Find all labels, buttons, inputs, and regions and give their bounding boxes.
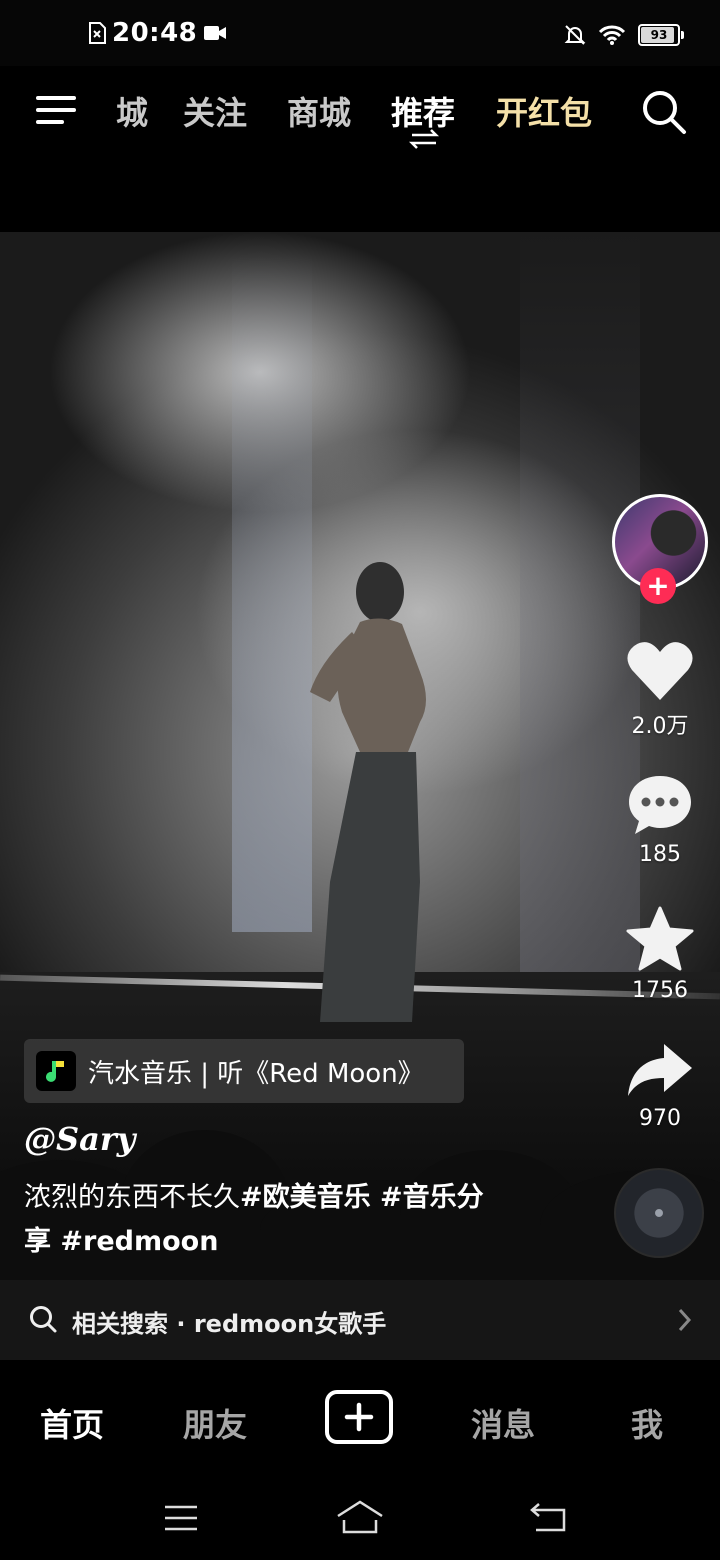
nav-me[interactable]: 我	[631, 1400, 663, 1446]
status-right: 93	[564, 24, 684, 46]
comment-icon	[629, 776, 691, 834]
comment-button[interactable]: 185	[620, 774, 700, 867]
back-icon[interactable]	[530, 1502, 568, 1532]
search-icon[interactable]	[640, 88, 688, 136]
performer-figure	[310, 562, 426, 1022]
follow-plus-icon[interactable]: +	[640, 568, 676, 604]
share-button[interactable]: 970	[620, 1040, 700, 1131]
swap-arrows-icon	[408, 129, 440, 149]
author-name[interactable]: @Sary	[24, 1120, 135, 1158]
sim-card-icon	[89, 22, 106, 44]
tab-follow[interactable]: 关注	[183, 88, 247, 134]
search-icon	[30, 1306, 57, 1333]
heart-icon	[627, 642, 693, 700]
chevron-right-icon[interactable]	[676, 1304, 694, 1336]
stage-light	[520, 232, 640, 1012]
video-record-icon	[204, 26, 227, 40]
status-left: 20:48	[88, 18, 227, 48]
soda-music-icon	[36, 1051, 76, 1091]
video-caption: 浓烈的东西不长久#欧美音乐 #音乐分 享 #redmoon	[24, 1176, 544, 1264]
like-count: 2.0万	[631, 714, 689, 739]
tab-red-packet[interactable]: 开红包	[496, 88, 592, 134]
caption-hashtags[interactable]: #欧美音乐 #音乐分	[240, 1182, 484, 1213]
comment-count: 185	[639, 842, 681, 867]
like-button[interactable]: 2.0万	[620, 640, 700, 740]
share-icon	[628, 1044, 692, 1096]
nav-messages[interactable]: 消息	[471, 1400, 535, 1446]
wifi-icon	[598, 25, 626, 45]
caption-hashtags[interactable]: 享 #redmoon	[24, 1226, 218, 1257]
star-icon	[626, 906, 694, 971]
tab-mall[interactable]: 商城	[287, 88, 351, 134]
status-time: 20:48	[112, 18, 198, 48]
music-chip[interactable]: 汽水音乐 | 听《Red Moon》	[24, 1039, 464, 1103]
caption-text: 浓烈的东西不长久	[24, 1182, 240, 1213]
favorite-count: 1756	[632, 978, 688, 1003]
battery-icon: 93	[638, 24, 684, 46]
recent-apps-icon[interactable]	[164, 1504, 198, 1532]
mute-bell-icon	[564, 25, 586, 45]
battery-level: 93	[650, 28, 668, 42]
create-button[interactable]	[325, 1390, 393, 1444]
tab-city-partial[interactable]: 城	[98, 88, 148, 134]
related-search-text[interactable]: 相关搜索 · redmoon女歌手	[72, 1304, 386, 1339]
nav-friends[interactable]: 朋友	[183, 1400, 247, 1446]
favorite-button[interactable]: 1756	[620, 906, 700, 1003]
plus-icon	[344, 1402, 374, 1432]
share-count: 970	[639, 1106, 681, 1131]
nav-home[interactable]: 首页	[40, 1400, 104, 1446]
music-disc[interactable]	[614, 1168, 704, 1258]
home-icon[interactable]	[336, 1500, 384, 1534]
menu-icon[interactable]	[36, 96, 76, 126]
music-label: 汽水音乐 | 听《Red Moon》	[88, 1058, 424, 1089]
